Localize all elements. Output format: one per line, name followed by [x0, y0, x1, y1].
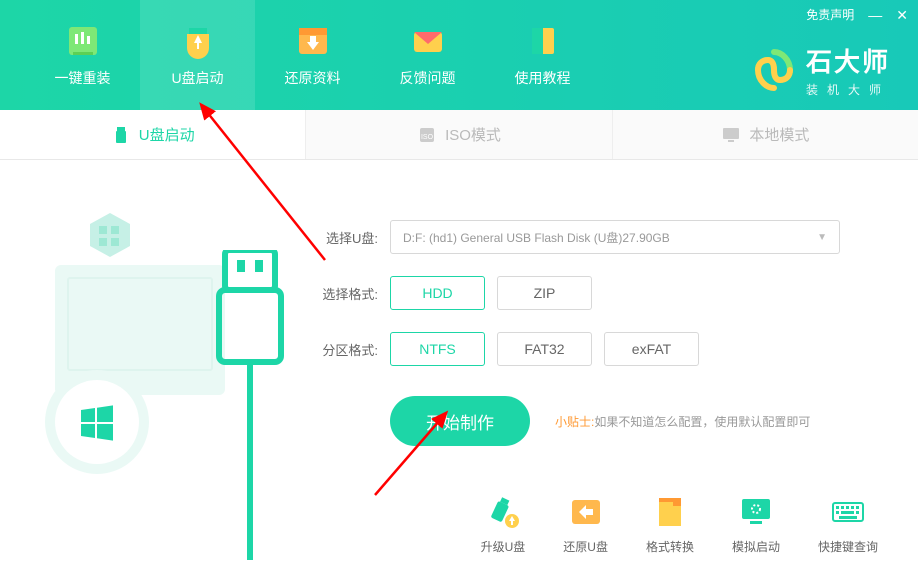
tool-label: 格式转换: [646, 538, 694, 555]
monitor-icon: [721, 125, 741, 145]
chevron-down-icon: ▼: [817, 232, 827, 243]
tool-upgrade-usb[interactable]: 升级U盘: [481, 494, 526, 555]
brand: 石大师 装机大师: [752, 42, 890, 98]
minimize-button[interactable]: —: [868, 8, 882, 22]
titlebar: 免责声明 — ✕: [806, 6, 908, 23]
usb-select-value: D:F: (hd1) General USB Flash Disk (U盘)27…: [403, 229, 670, 246]
brand-title: 石大师: [806, 42, 890, 79]
start-button[interactable]: 开始制作: [390, 396, 530, 446]
tool-hotkey[interactable]: 快捷键查询: [818, 494, 878, 555]
brand-logo-icon: [752, 48, 796, 92]
tab-iso[interactable]: ISO ISO模式: [306, 110, 612, 159]
tab-label: 本地模式: [749, 124, 809, 145]
monitor-illustration: [55, 265, 225, 395]
simulate-icon: [738, 494, 774, 530]
hint: 小贴士:如果不知道怎么配置，使用默认配置即可: [555, 413, 810, 430]
format-option-hdd[interactable]: HDD: [390, 276, 485, 310]
format-convert-icon: [652, 494, 688, 530]
usb-boot-icon: [179, 22, 217, 60]
nav-label: 使用教程: [515, 68, 571, 88]
tab-local[interactable]: 本地模式: [613, 110, 918, 159]
iso-icon: ISO: [417, 125, 437, 145]
tab-label: U盘启动: [139, 124, 195, 145]
tool-restore-usb[interactable]: 还原U盘: [563, 494, 608, 555]
usb-icon: [111, 125, 131, 145]
tool-label: 升级U盘: [481, 538, 526, 555]
nav-reinstall[interactable]: 一键重装: [25, 0, 140, 110]
select-usb-label: 选择U盘:: [315, 228, 390, 247]
tool-label: 还原U盘: [563, 538, 608, 555]
format-label: 选择格式:: [315, 284, 390, 303]
header: 一键重装 U盘启动 还原资料 反馈问题 使用教程 免责声明 — ✕ 石大师 装机…: [0, 0, 918, 110]
nav-label: 反馈问题: [400, 68, 456, 88]
footer-tools: 升级U盘 还原U盘 格式转换 模拟启动 快捷键查询: [481, 494, 878, 555]
tool-simulate[interactable]: 模拟启动: [732, 494, 780, 555]
nav-feedback[interactable]: 反馈问题: [370, 0, 485, 110]
tutorial-icon: [524, 22, 562, 60]
restore-usb-icon: [568, 494, 604, 530]
hint-label: 小贴士:: [555, 415, 594, 429]
hotkey-icon: [830, 494, 866, 530]
nav-restore[interactable]: 还原资料: [255, 0, 370, 110]
tab-label: ISO模式: [445, 124, 501, 145]
partition-option-ntfs[interactable]: NTFS: [390, 332, 485, 366]
hint-text: 如果不知道怎么配置，使用默认配置即可: [594, 415, 810, 429]
tabs: U盘启动 ISO ISO模式 本地模式: [0, 110, 918, 160]
usb-select[interactable]: D:F: (hd1) General USB Flash Disk (U盘)27…: [390, 220, 840, 254]
disclaimer-link[interactable]: 免责声明: [806, 6, 854, 23]
tool-label: 快捷键查询: [818, 538, 878, 555]
restore-icon: [294, 22, 332, 60]
feedback-icon: [409, 22, 447, 60]
hexagon-icon: [85, 210, 135, 260]
nav-usb-boot[interactable]: U盘启动: [140, 0, 255, 110]
illustration-panel: [0, 160, 315, 579]
nav-label: 还原资料: [285, 68, 341, 88]
nav-label: 一键重装: [55, 68, 111, 88]
tab-usb-boot[interactable]: U盘启动: [0, 110, 306, 159]
nav-tutorial[interactable]: 使用教程: [485, 0, 600, 110]
format-option-zip[interactable]: ZIP: [497, 276, 592, 310]
partition-label: 分区格式:: [315, 340, 390, 359]
partition-option-fat32[interactable]: FAT32: [497, 332, 592, 366]
nav-label: U盘启动: [171, 68, 223, 88]
close-button[interactable]: ✕: [896, 8, 908, 22]
windows-icon: [77, 402, 117, 442]
upgrade-usb-icon: [485, 494, 521, 530]
reinstall-icon: [64, 22, 102, 60]
tool-format-convert[interactable]: 格式转换: [646, 494, 694, 555]
partition-option-exfat[interactable]: exFAT: [604, 332, 699, 366]
tool-label: 模拟启动: [732, 538, 780, 555]
usb-cable-icon: [205, 250, 295, 560]
brand-subtitle: 装机大师: [806, 81, 890, 98]
windows-badge: [55, 380, 139, 464]
svg-text:ISO: ISO: [421, 134, 434, 141]
